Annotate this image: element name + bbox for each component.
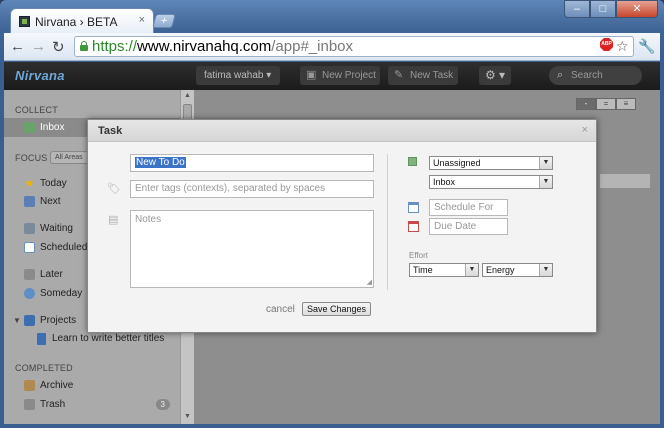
chevron-down-icon: ▼ — [539, 157, 552, 169]
address-bar[interactable]: https://www.nirvanahq.com/app#_inbox — [74, 36, 634, 57]
status-color-icon — [408, 157, 417, 166]
new-tab-button[interactable]: + — [152, 14, 176, 28]
later-icon — [24, 269, 35, 280]
status-select[interactable]: Unassigned ▼ — [429, 156, 553, 170]
trash-icon — [24, 399, 35, 410]
archive-box-icon — [24, 380, 35, 391]
tab-close-icon[interactable]: × — [139, 14, 145, 26]
back-arrow-icon[interactable]: ← — [10, 38, 25, 55]
effort-label: Effort — [409, 251, 428, 260]
dialog-header: Task × — [88, 120, 596, 142]
dialog-close-icon[interactable]: × — [582, 124, 588, 136]
adblock-icon[interactable]: ABP — [600, 38, 613, 51]
task-dialog: Task × New To Do 🏷 Enter tags (contexts)… — [87, 119, 597, 333]
pencil-icon: ✎ — [394, 69, 404, 81]
tab-title: Nirvana › BETA — [35, 15, 118, 29]
maximize-button[interactable]: □ — [590, 0, 616, 18]
search-placeholder: Search — [571, 70, 603, 81]
search-icon: ⌕ — [557, 69, 564, 81]
due-date-input[interactable]: Due Date — [429, 218, 508, 235]
reload-icon[interactable]: ↻ — [52, 38, 65, 56]
folder-icon: ▣ — [306, 69, 317, 81]
collect-header: COLLECT — [15, 105, 58, 115]
star-icon: ★ — [24, 176, 35, 190]
notes-placeholder: Notes — [135, 214, 162, 225]
task-name-value: New To Do — [135, 157, 186, 168]
search-input[interactable]: ⌕ Search — [549, 66, 642, 85]
task-name-input[interactable]: New To Do — [130, 154, 374, 172]
cancel-link[interactable]: cancel — [266, 304, 295, 315]
view-normal-button[interactable]: = — [596, 98, 616, 110]
bookmark-star-icon[interactable]: ☆ — [616, 38, 629, 55]
trash-count-badge: 3 — [155, 399, 170, 410]
scroll-down-arrow-icon[interactable]: ▼ — [184, 413, 191, 420]
project-icon — [37, 333, 46, 345]
user-menu-button[interactable]: fatima wahab ▾ — [196, 66, 280, 85]
schedule-for-input[interactable]: Schedule For — [429, 199, 508, 216]
browser-toolbar: ← → ↻ https://www.nirvanahq.com/app#_inb… — [4, 33, 660, 61]
nirvana-logo: Nirvana — [15, 68, 65, 83]
tag-icon: 🏷 — [107, 183, 121, 195]
sidebar-item-trash[interactable]: Trash 3 — [4, 395, 180, 414]
new-task-label: New Task — [410, 70, 454, 81]
next-list-icon — [24, 196, 35, 207]
view-toggle: - = ≡ — [576, 98, 636, 110]
window-controls: ‒ □ ✕ — [564, 0, 658, 18]
waiting-icon — [24, 223, 35, 234]
completed-header: COMPLETED — [15, 363, 73, 373]
tags-input[interactable]: Enter tags (contexts), separated by spac… — [130, 180, 374, 198]
cloud-icon — [24, 288, 35, 299]
minimize-button[interactable]: ‒ — [564, 0, 590, 18]
nirvana-favicon-icon — [19, 16, 30, 27]
areas-filter-button[interactable]: All Areas — [50, 151, 90, 164]
forward-arrow-icon[interactable]: → — [31, 38, 46, 55]
time-select[interactable]: Time ▼ — [409, 263, 479, 277]
view-expanded-button[interactable]: ≡ — [616, 98, 636, 110]
new-task-button[interactable]: ✎ New Task — [388, 66, 458, 85]
lock-icon — [80, 41, 88, 51]
dialog-title: Task — [98, 125, 123, 137]
calendar-icon — [24, 242, 35, 253]
app-header: Nirvana fatima wahab ▾ ▣ New Project ✎ N… — [4, 62, 660, 90]
inbox-icon — [24, 122, 35, 133]
save-changes-button[interactable]: Save Changes — [302, 302, 372, 316]
chevron-down-icon: ▼ — [539, 176, 552, 188]
window-close-button[interactable]: ✕ — [616, 0, 658, 18]
sidebar-item-archive[interactable]: Archive — [4, 376, 180, 395]
new-project-button[interactable]: ▣ New Project — [300, 66, 380, 85]
browser-tab[interactable]: Nirvana › BETA × — [10, 8, 154, 34]
focus-header: FOCUS — [15, 153, 48, 163]
new-project-label: New Project — [322, 70, 376, 81]
url-text: https://www.nirvanahq.com/app#_inbox — [92, 38, 354, 55]
expand-triangle-icon[interactable]: ▼ — [13, 311, 21, 330]
scroll-up-arrow-icon[interactable]: ▲ — [184, 92, 191, 99]
due-date-calendar-icon — [408, 221, 419, 232]
list-header-strip — [600, 174, 650, 188]
resize-handle-icon[interactable]: ◢ — [367, 278, 372, 286]
schedule-calendar-icon — [408, 202, 419, 213]
notes-icon: ▤ — [108, 214, 119, 226]
wrench-menu-icon[interactable]: 🔧 — [638, 38, 655, 55]
list-select[interactable]: Inbox ▼ — [429, 175, 553, 189]
notes-textarea[interactable]: Notes ◢ — [130, 210, 374, 288]
chevron-down-icon: ▼ — [465, 264, 478, 276]
chevron-down-icon: ▼ — [539, 264, 552, 276]
view-collapsed-button[interactable]: - — [576, 98, 596, 110]
settings-gear-button[interactable]: ⚙ ▾ — [479, 66, 511, 85]
projects-icon — [24, 315, 35, 326]
energy-select[interactable]: Energy ▼ — [482, 263, 553, 277]
dialog-divider — [387, 154, 388, 290]
